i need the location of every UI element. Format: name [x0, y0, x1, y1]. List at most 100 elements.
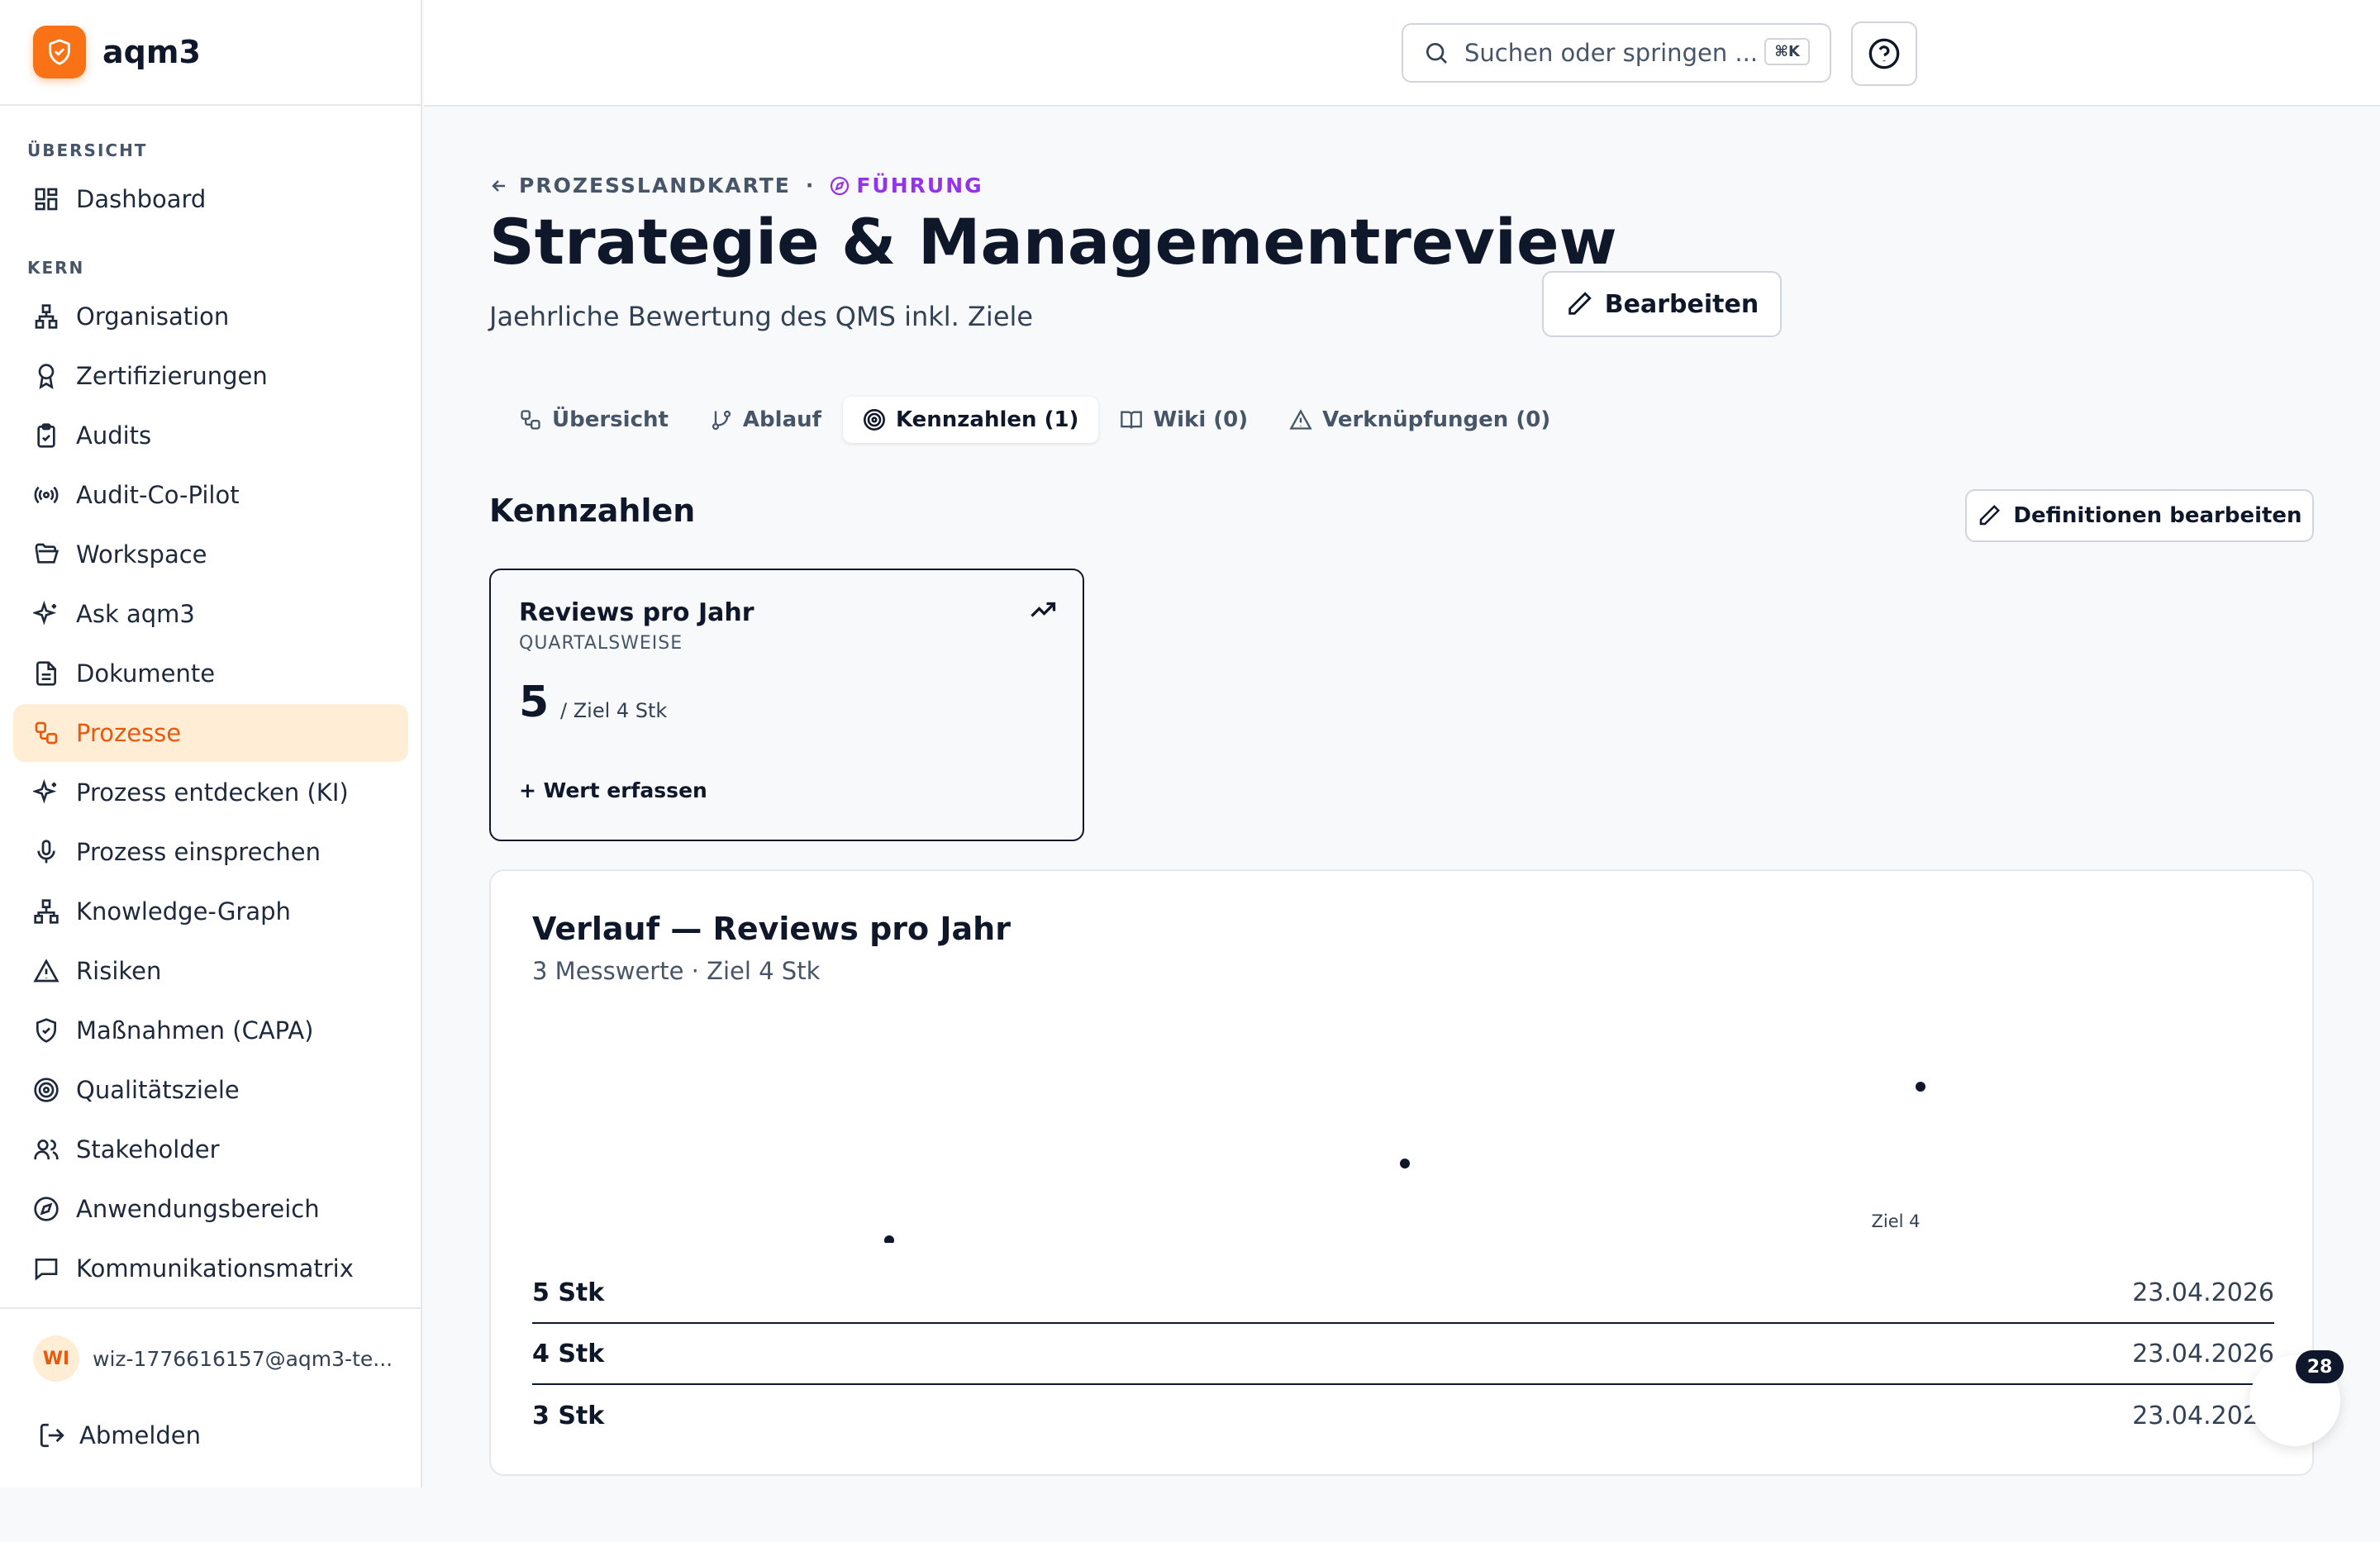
- kpi-target: / Ziel 4 Stk: [560, 699, 668, 722]
- breadcrumb-category-label: FÜHRUNG: [856, 174, 983, 198]
- history-value: 5 Stk: [532, 1278, 605, 1307]
- kpi-frequency: QUARTALSWEISE: [519, 633, 683, 654]
- history-title: Verlauf — Reviews pro Jahr: [532, 911, 1011, 947]
- chart-point: [1400, 1159, 1410, 1168]
- sidebar-item-label: Prozesse: [76, 719, 182, 747]
- network-icon: [34, 899, 59, 924]
- history-card: Verlauf — Reviews pro Jahr 3 Messwerte ·…: [489, 869, 2314, 1476]
- breadcrumb-back[interactable]: PROZESSLANDKARTE: [489, 174, 791, 198]
- tab-uebersicht[interactable]: Übersicht: [499, 397, 688, 443]
- sidebar-item-label: Kommunikationsmatrix: [76, 1254, 354, 1283]
- sidebar: aqm3 ÜBERSICHT Dashboard KERN Organisati…: [0, 0, 422, 1487]
- history-value: 3 Stk: [532, 1401, 605, 1430]
- sidebar-item-dashboard[interactable]: Dashboard: [13, 170, 408, 228]
- add-value-button[interactable]: + Wert erfassen: [519, 778, 707, 802]
- history-value: 4 Stk: [532, 1339, 605, 1368]
- sidebar-item-label: Prozess entdecken (KI): [76, 778, 349, 807]
- file-text-icon: [36, 661, 56, 686]
- tab-ablauf[interactable]: Ablauf: [690, 397, 841, 443]
- nav-section-core: KERN: [27, 258, 85, 278]
- tab-verknuepfungen[interactable]: Verknüpfungen (0): [1269, 397, 1570, 443]
- sidebar-footer: WI wiz-1776616157@aqm3-te... Abmelden: [0, 1307, 422, 1487]
- tab-label: Ablauf: [742, 407, 821, 432]
- sidebar-item-label: Dashboard: [76, 185, 207, 213]
- sidebar-item-audit-co-pilot[interactable]: Audit-Co-Pilot: [13, 466, 408, 524]
- target-icon: [863, 409, 885, 431]
- sidebar-item-risiken[interactable]: Risiken: [13, 942, 408, 1000]
- kpi-value: 5: [519, 678, 550, 727]
- tab-bar: Übersicht Ablauf Kennzahlen (1) Wiki (0)…: [499, 397, 1572, 443]
- sidebar-item-stakeholder[interactable]: Stakeholder: [13, 1121, 408, 1178]
- trending-up-icon: [1031, 602, 1056, 617]
- sidebar-item-label: Zertifizierungen: [76, 362, 268, 390]
- compass-icon: [34, 1197, 59, 1221]
- logout-icon: [40, 1423, 64, 1448]
- compass-icon: [831, 176, 850, 195]
- help-button[interactable]: [1851, 21, 1917, 86]
- history-list: 5 Stk 23.04.2026 4 Stk 23.04.2026 3 Stk …: [532, 1263, 2274, 1446]
- search-input[interactable]: Suchen oder springen ... ⌘K: [1402, 23, 1831, 83]
- brand[interactable]: aqm3: [0, 0, 421, 106]
- sidebar-item-label: Knowledge-Graph: [76, 897, 291, 926]
- tab-label: Kennzahlen (1): [895, 407, 1079, 432]
- sidebar-item-dokumente[interactable]: Dokumente: [13, 645, 408, 702]
- logout-label: Abmelden: [79, 1421, 202, 1449]
- dashboard-icon: [35, 188, 58, 211]
- sidebar-item-label: Workspace: [76, 540, 207, 569]
- history-chart: Ziel 4: [884, 1082, 1925, 1243]
- search-icon: [1426, 43, 1447, 64]
- microphone-icon: [37, 840, 55, 864]
- history-row: 3 Stk 23.04.2026: [532, 1385, 2274, 1446]
- edit-definitions-button[interactable]: Definitionen bearbeiten: [1965, 489, 2314, 542]
- sidebar-item-prozesse[interactable]: Prozesse: [13, 704, 408, 762]
- workflow-icon: [521, 410, 540, 430]
- user-email: wiz-1776616157@aqm3-te...: [93, 1347, 393, 1371]
- sidebar-item-audits[interactable]: Audits: [13, 407, 408, 464]
- sidebar-item-label: Maßnahmen (CAPA): [76, 1016, 314, 1045]
- kpi-card[interactable]: Reviews pro Jahr QUARTALSWEISE 5 / Ziel …: [489, 569, 1084, 841]
- alert-triangle-icon: [33, 959, 60, 983]
- sidebar-item-qualitaetsziele[interactable]: Qualitätsziele: [13, 1061, 408, 1119]
- kpi-name: Reviews pro Jahr: [519, 598, 754, 627]
- arrow-left-icon: [492, 179, 505, 192]
- sidebar-item-prozess-einsprechen[interactable]: Prozess einsprechen: [13, 823, 408, 881]
- sidebar-item-prozess-entdecken[interactable]: Prozess entdecken (KI): [13, 764, 408, 821]
- clipboard-check-icon: [37, 423, 55, 448]
- pencil-icon: [1980, 504, 2001, 526]
- sidebar-item-label: Stakeholder: [76, 1135, 220, 1164]
- tab-wiki[interactable]: Wiki (0): [1100, 397, 1268, 443]
- git-branch-icon: [712, 410, 731, 431]
- logout-button[interactable]: Abmelden: [38, 1421, 201, 1449]
- sidebar-item-organisation[interactable]: Organisation: [13, 288, 408, 345]
- sidebar-item-label: Qualitätsziele: [76, 1076, 240, 1104]
- sidebar-item-knowledge-graph[interactable]: Knowledge-Graph: [13, 883, 408, 940]
- sidebar-item-label: Risiken: [76, 957, 162, 985]
- notification-badge: 28: [2296, 1350, 2344, 1383]
- sidebar-item-massnahmen[interactable]: Maßnahmen (CAPA): [13, 1002, 408, 1059]
- tab-kennzahlen[interactable]: Kennzahlen (1): [842, 397, 1099, 443]
- shortcut-badge: ⌘K: [1764, 38, 1810, 65]
- message-square-icon: [35, 1259, 58, 1281]
- sidebar-item-zertifizierungen[interactable]: Zertifizierungen: [13, 347, 408, 405]
- sidebar-item-anwendungsbereich[interactable]: Anwendungsbereich: [13, 1180, 408, 1238]
- avatar[interactable]: WI: [33, 1335, 79, 1382]
- page-title: Strategie & Managementreview: [489, 205, 1617, 278]
- history-subtitle: 3 Messwerte · Ziel 4 Stk: [532, 957, 821, 985]
- help-circle-icon: [1868, 38, 1900, 69]
- app-name: aqm3: [102, 34, 201, 70]
- breadcrumb-category[interactable]: FÜHRUNG: [830, 174, 983, 198]
- sidebar-item-ask-aqm3[interactable]: Ask aqm3: [13, 585, 408, 643]
- breadcrumb-separator: ·: [805, 174, 816, 198]
- page-subtitle: Jaehrliche Bewertung des QMS inkl. Ziele: [489, 301, 1034, 332]
- history-row: 5 Stk 23.04.2026: [532, 1263, 2274, 1324]
- shield-logo-icon: [33, 26, 86, 79]
- sidebar-item-kommunikationsmatrix[interactable]: Kommunikationsmatrix: [13, 1240, 408, 1297]
- sidebar-item-label: Dokumente: [76, 659, 216, 688]
- sidebar-item-workspace[interactable]: Workspace: [13, 526, 408, 583]
- sidebar-item-label: Ask aqm3: [76, 600, 195, 628]
- history-date: 23.04.2026: [2132, 1278, 2274, 1307]
- chart-point: [1916, 1082, 1925, 1092]
- edit-button[interactable]: Bearbeiten: [1542, 271, 1782, 337]
- alert-triangle-icon: [1289, 409, 1312, 430]
- award-icon: [38, 364, 55, 389]
